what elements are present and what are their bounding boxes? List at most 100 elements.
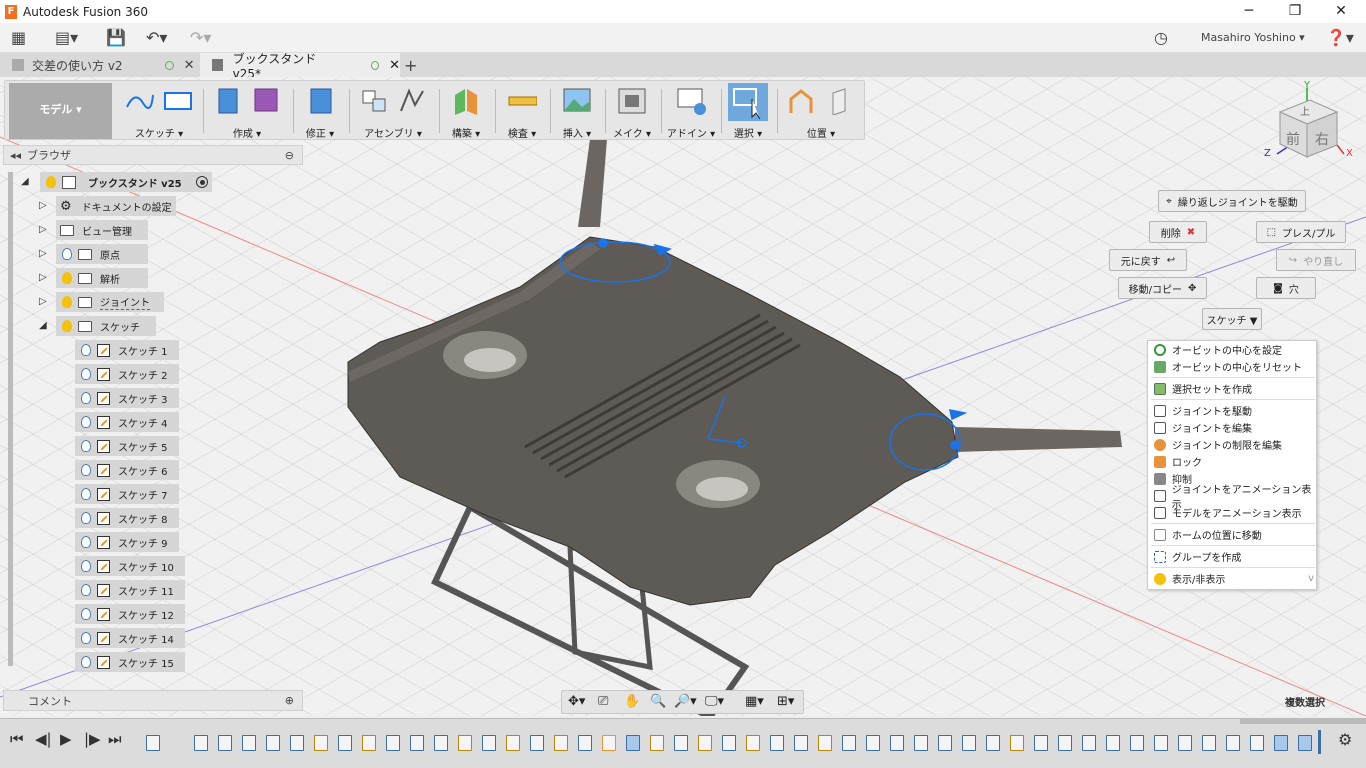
go-to-end-icon[interactable]: ⏭ bbox=[108, 730, 122, 748]
view-cube[interactable]: 上 前 右 Y Z X bbox=[1262, 80, 1360, 172]
menu-item-show-hide[interactable]: 表示/非表示 v bbox=[1148, 570, 1318, 587]
redo-button[interactable]: ↪ やり直し bbox=[1276, 249, 1356, 271]
menu-item-edit-joint[interactable]: ジョイントを編集 bbox=[1148, 419, 1318, 436]
timeline-feature[interactable] bbox=[866, 735, 880, 751]
stand-arm-right[interactable] bbox=[955, 427, 1122, 452]
repeat-drive-joint-button[interactable]: ⌖ 繰り返しジョイントを駆動 bbox=[1158, 190, 1306, 212]
bulb-icon[interactable] bbox=[46, 176, 56, 188]
user-account-menu[interactable]: Masahiro Yoshino ▾ bbox=[1201, 27, 1305, 49]
timeline-scrollbar[interactable] bbox=[1240, 719, 1366, 724]
toolbar-sketch[interactable]: スケッチ ▾ bbox=[117, 85, 201, 140]
browser-root-node[interactable]: ブックスタンド v25 bbox=[40, 172, 212, 192]
menu-more-chevron-icon[interactable]: v bbox=[1308, 573, 1314, 584]
timeline-feature[interactable] bbox=[890, 735, 904, 751]
timeline-feature[interactable] bbox=[1154, 735, 1168, 751]
timeline-selected-feature[interactable] bbox=[626, 735, 640, 751]
timeline-feature[interactable] bbox=[194, 735, 208, 751]
timeline-feature[interactable] bbox=[242, 735, 256, 751]
bulb-icon[interactable] bbox=[81, 440, 91, 452]
browser-sketch-item[interactable]: スケッチ 8 bbox=[75, 508, 179, 528]
new-tab-button[interactable]: + bbox=[404, 53, 424, 77]
timeline-feature[interactable] bbox=[722, 735, 736, 751]
timeline-settings-gear-icon[interactable]: ⚙ bbox=[1338, 730, 1352, 749]
viewcube-top-face[interactable]: 上 bbox=[1300, 103, 1310, 118]
timeline-feature[interactable] bbox=[410, 735, 424, 751]
timeline-selected-feature[interactable] bbox=[1298, 735, 1312, 751]
toolbar-assemble[interactable]: アセンブリ ▾ bbox=[351, 85, 435, 140]
bulb-icon[interactable] bbox=[62, 296, 72, 308]
look-at-icon[interactable]: ⎚ bbox=[598, 694, 608, 709]
bulb-icon[interactable] bbox=[81, 416, 91, 428]
close-tab-icon[interactable]: ✕ bbox=[389, 58, 400, 73]
bulb-icon[interactable] bbox=[81, 584, 91, 596]
browser-node-analysis[interactable]: 解析 bbox=[56, 268, 148, 288]
pan-hand-icon[interactable]: ✋ bbox=[624, 694, 640, 709]
viewcube-front-face[interactable]: 前 bbox=[1286, 129, 1300, 149]
browser-sketch-item[interactable]: スケッチ 10 bbox=[75, 556, 185, 576]
timeline-sketch-feature[interactable] bbox=[458, 735, 472, 751]
bulb-icon[interactable] bbox=[81, 632, 91, 644]
timeline-feature[interactable] bbox=[578, 735, 592, 751]
timeline-sketch-feature[interactable] bbox=[1010, 735, 1024, 751]
timeline-feature[interactable] bbox=[674, 735, 688, 751]
collapse-arrow-icon[interactable]: ◢ bbox=[39, 320, 49, 332]
timeline-feature[interactable] bbox=[290, 735, 304, 751]
timeline-feature[interactable] bbox=[1178, 735, 1192, 751]
undo-button[interactable]: 元に戻す ↩ bbox=[1109, 249, 1187, 271]
go-to-start-icon[interactable]: ⏮ bbox=[10, 730, 24, 748]
browser-sketch-item[interactable]: スケッチ 5 bbox=[75, 436, 179, 456]
expand-arrow-icon[interactable]: ▷ bbox=[39, 200, 49, 212]
viewcube-right-face[interactable]: 右 bbox=[1315, 129, 1329, 149]
activate-radio-icon[interactable] bbox=[196, 176, 208, 188]
orbit-icon[interactable]: ✥▾ bbox=[568, 694, 585, 709]
redo-icon[interactable]: ↷▾ bbox=[190, 27, 211, 49]
timeline-feature[interactable] bbox=[1058, 735, 1072, 751]
toolbar-inspect[interactable]: 検査 ▾ bbox=[497, 85, 547, 140]
step-forward-icon[interactable]: |▶ bbox=[84, 730, 101, 748]
bulb-icon[interactable] bbox=[62, 248, 72, 260]
viewports-icon[interactable]: ⊞▾ bbox=[777, 694, 794, 709]
timeline-feature[interactable] bbox=[530, 735, 544, 751]
timeline-sketch-feature[interactable] bbox=[746, 735, 760, 751]
close-tab-icon[interactable]: ✕ bbox=[184, 58, 195, 73]
help-icon[interactable]: ❓▾ bbox=[1326, 27, 1354, 49]
grid-settings-icon[interactable]: ▦▾ bbox=[745, 694, 764, 709]
timeline-sketch-feature[interactable] bbox=[314, 735, 328, 751]
browser-sketch-item[interactable]: スケッチ 7 bbox=[75, 484, 179, 504]
timeline-feature[interactable] bbox=[1226, 735, 1240, 751]
toolbar-construct[interactable]: 構築 ▾ bbox=[441, 85, 491, 140]
timeline-feature[interactable] bbox=[842, 735, 856, 751]
menu-item-create-group[interactable]: グループを作成 bbox=[1148, 548, 1318, 565]
workspace-switcher[interactable]: モデル ▾ bbox=[9, 83, 112, 139]
timeline-feature[interactable] bbox=[1034, 735, 1048, 751]
timeline-sketch-feature[interactable] bbox=[698, 735, 712, 751]
browser-node-origin[interactable]: 原点 bbox=[56, 244, 148, 264]
browser-sketch-item[interactable]: スケッチ 1 bbox=[75, 340, 179, 360]
browser-sketch-item[interactable]: スケッチ 2 bbox=[75, 364, 179, 384]
bulb-icon[interactable] bbox=[81, 368, 91, 380]
timeline-feature[interactable] bbox=[338, 735, 352, 751]
timeline-sketch-feature[interactable] bbox=[554, 735, 568, 751]
close-window-button[interactable]: ✕ bbox=[1318, 0, 1364, 23]
expand-arrow-icon[interactable]: ▷ bbox=[39, 296, 49, 308]
maximize-button[interactable]: ❐ bbox=[1272, 0, 1318, 23]
bulb-icon[interactable] bbox=[81, 464, 91, 476]
timeline-feature[interactable] bbox=[914, 735, 928, 751]
timeline-sketch-feature[interactable] bbox=[818, 735, 832, 751]
toolbar-position[interactable]: 位置 ▾ bbox=[779, 85, 863, 140]
browser-node-document-settings[interactable]: ⚙ ドキュメントの設定 bbox=[56, 196, 176, 216]
bulb-icon[interactable] bbox=[62, 320, 72, 332]
timeline-feature[interactable] bbox=[1106, 735, 1120, 751]
browser-minimize-icon[interactable]: ⊖ bbox=[285, 149, 294, 162]
collapse-arrow-icon[interactable]: ◢ bbox=[21, 176, 31, 188]
stand-arm-top[interactable] bbox=[578, 139, 607, 227]
bulb-icon[interactable] bbox=[81, 560, 91, 572]
browser-sketch-item[interactable]: スケッチ 3 bbox=[75, 388, 179, 408]
move-copy-button[interactable]: 移動/コピー ✥ bbox=[1118, 277, 1207, 299]
browser-node-named-views[interactable]: ビュー管理 bbox=[56, 220, 148, 240]
timeline-feature[interactable] bbox=[218, 735, 232, 751]
bulb-icon[interactable] bbox=[81, 344, 91, 356]
bulb-icon[interactable] bbox=[81, 392, 91, 404]
timeline-feature[interactable] bbox=[386, 735, 400, 751]
timeline-feature[interactable] bbox=[1082, 735, 1096, 751]
